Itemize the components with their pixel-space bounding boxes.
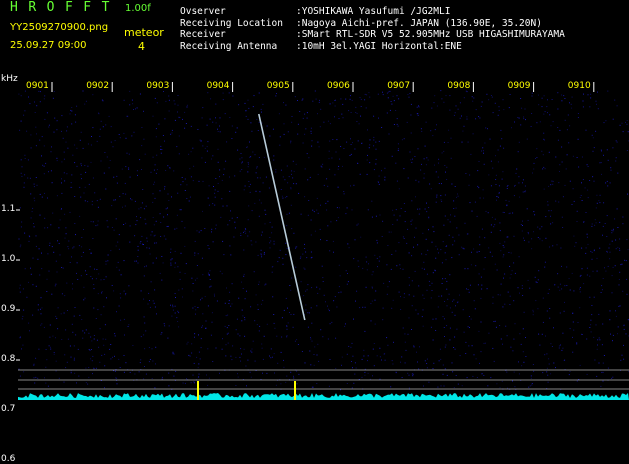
receiver-label: Receiver (180, 29, 283, 41)
freq-tick-label: 1.1 (1, 204, 15, 214)
time-tick-label: 0901 (26, 81, 49, 91)
antenna-value: :10mH 3el.YAGI Horizontal:ENE (296, 41, 565, 53)
freq-tick-label: 0.6 (1, 454, 15, 464)
time-tick-label: 0903 (146, 81, 169, 91)
time-tick-label: 0905 (267, 81, 290, 91)
time-tick-label: 0907 (387, 81, 410, 91)
freq-tick-label: 0.9 (1, 304, 15, 314)
meteor-label: meteor (124, 26, 164, 39)
station-info-labels: Ovserver Receiving Location Receiver Rec… (180, 6, 283, 52)
meteor-echo-trace (259, 114, 305, 320)
freq-tick-label: 1.0 (1, 254, 15, 264)
time-tick-label: 0909 (508, 81, 531, 91)
level-spike (294, 381, 296, 400)
noise-field (18, 90, 629, 390)
file-name: YY2509270900.png (10, 22, 108, 33)
time-tick-label: 0904 (207, 81, 230, 91)
time-tick-label: 0902 (86, 81, 109, 91)
signal-level-strip (18, 393, 629, 400)
receiver-value: :SMart RTL-SDR V5 52.905MHz USB HIGASHIM… (296, 29, 565, 41)
time-tick-label: 0906 (327, 81, 350, 91)
app-version: 1.00f (125, 3, 151, 14)
location-value: :Nagoya Aichi-pref. JAPAN (136.90E, 35.2… (296, 18, 565, 30)
station-info-values: :YOSHIKAWA Yasufumi /JG2MLI :Nagoya Aich… (296, 6, 565, 52)
antenna-label: Receiving Antenna (180, 41, 283, 53)
app-title: HROFFT (10, 0, 120, 15)
datetime: 25.09.27 09:00 (10, 40, 87, 51)
observer-label: Ovserver (180, 6, 283, 18)
time-tick-label: 0910 (568, 81, 591, 91)
freq-tick-label: 0.8 (1, 354, 15, 364)
level-spike (197, 381, 199, 400)
observer-value: :YOSHIKAWA Yasufumi /JG2MLI (296, 6, 565, 18)
time-tick-label: 0908 (447, 81, 470, 91)
spectrogram-plot (0, 80, 629, 400)
location-label: Receiving Location (180, 18, 283, 30)
meteor-count: 4 (138, 40, 145, 53)
freq-tick-label: 0.7 (1, 404, 15, 414)
